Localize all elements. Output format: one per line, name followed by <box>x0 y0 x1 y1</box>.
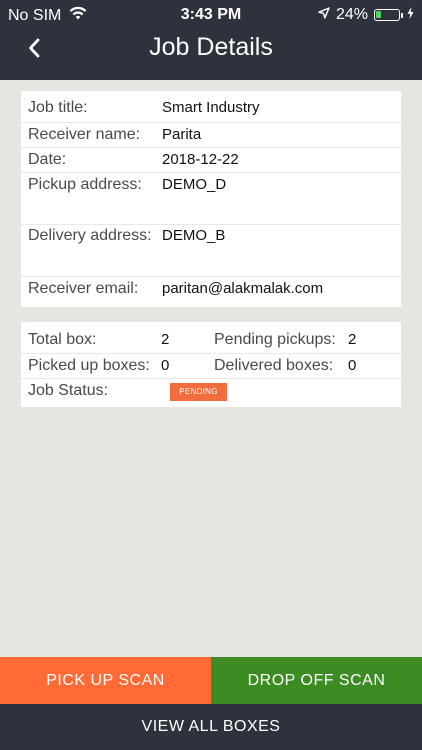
delivery-address-label: Delivery address: <box>28 227 152 244</box>
location-arrow-icon <box>318 6 330 24</box>
battery-icon <box>374 9 403 21</box>
status-right: 24% <box>318 6 414 24</box>
box-stats-row-2: Picked up boxes: 0 Delivered boxes: 0 <box>21 354 401 379</box>
pending-pickups-label: Pending pickups: <box>214 331 336 348</box>
job-status-label: Job Status: <box>28 382 109 399</box>
receiver-name-row: Receiver name: Parita <box>21 123 401 148</box>
delivered-value: 0 <box>348 357 357 374</box>
delivery-address-value: DEMO_B <box>162 227 226 244</box>
delivered-label: Delivered boxes: <box>214 357 334 374</box>
pickup-address-value: DEMO_D <box>162 176 227 193</box>
picked-up-label: Picked up boxes: <box>28 357 150 374</box>
pending-pickups-value: 2 <box>348 331 357 348</box>
job-title-row: Job title: Smart Industry <box>21 91 401 123</box>
receiver-name-value: Parita <box>162 126 202 143</box>
battery-fill <box>376 11 381 18</box>
pickup-address-label: Pickup address: <box>28 176 142 193</box>
box-stats-row-1: Total box: 2 Pending pickups: 2 <box>21 322 401 354</box>
drop-off-scan-button[interactable]: DROP OFF SCAN <box>211 657 422 704</box>
status-bar: No SIM 3:43 PM 24% <box>0 0 422 28</box>
job-info-card: Job title: Smart Industry Receiver name:… <box>21 91 401 307</box>
receiver-email-row: Receiver email: paritan@alakmalak.com <box>21 277 401 307</box>
job-title-label: Job title: <box>28 99 88 116</box>
pick-up-scan-button[interactable]: PICK UP SCAN <box>0 657 211 704</box>
receiver-name-label: Receiver name: <box>28 126 141 143</box>
delivery-address-row: Delivery address: DEMO_B <box>21 225 401 277</box>
scan-actions: PICK UP SCAN DROP OFF SCAN <box>0 657 422 704</box>
box-stats-card: Total box: 2 Pending pickups: 2 Picked u… <box>21 322 401 407</box>
battery-percent: 24% <box>335 6 368 23</box>
date-value: 2018-12-22 <box>162 151 239 168</box>
receiver-email-label: Receiver email: <box>28 280 139 297</box>
date-label: Date: <box>28 151 67 168</box>
job-title-value: Smart Industry <box>162 99 260 116</box>
date-row: Date: 2018-12-22 <box>21 148 401 173</box>
page-title: Job Details <box>149 33 273 61</box>
picked-up-value: 0 <box>161 357 170 374</box>
header: No SIM 3:43 PM 24% Job Details <box>0 0 422 80</box>
receiver-email-value: paritan@alakmalak.com <box>162 280 324 297</box>
total-box-label: Total box: <box>28 331 97 348</box>
pickup-address-row: Pickup address: DEMO_D <box>21 173 401 225</box>
nav-bar: Job Details <box>0 28 422 80</box>
total-box-value: 2 <box>161 331 170 348</box>
charging-bolt-icon <box>407 6 414 24</box>
status-badge: PENDING <box>170 383 227 401</box>
view-all-boxes-button[interactable]: VIEW ALL BOXES <box>0 704 422 750</box>
